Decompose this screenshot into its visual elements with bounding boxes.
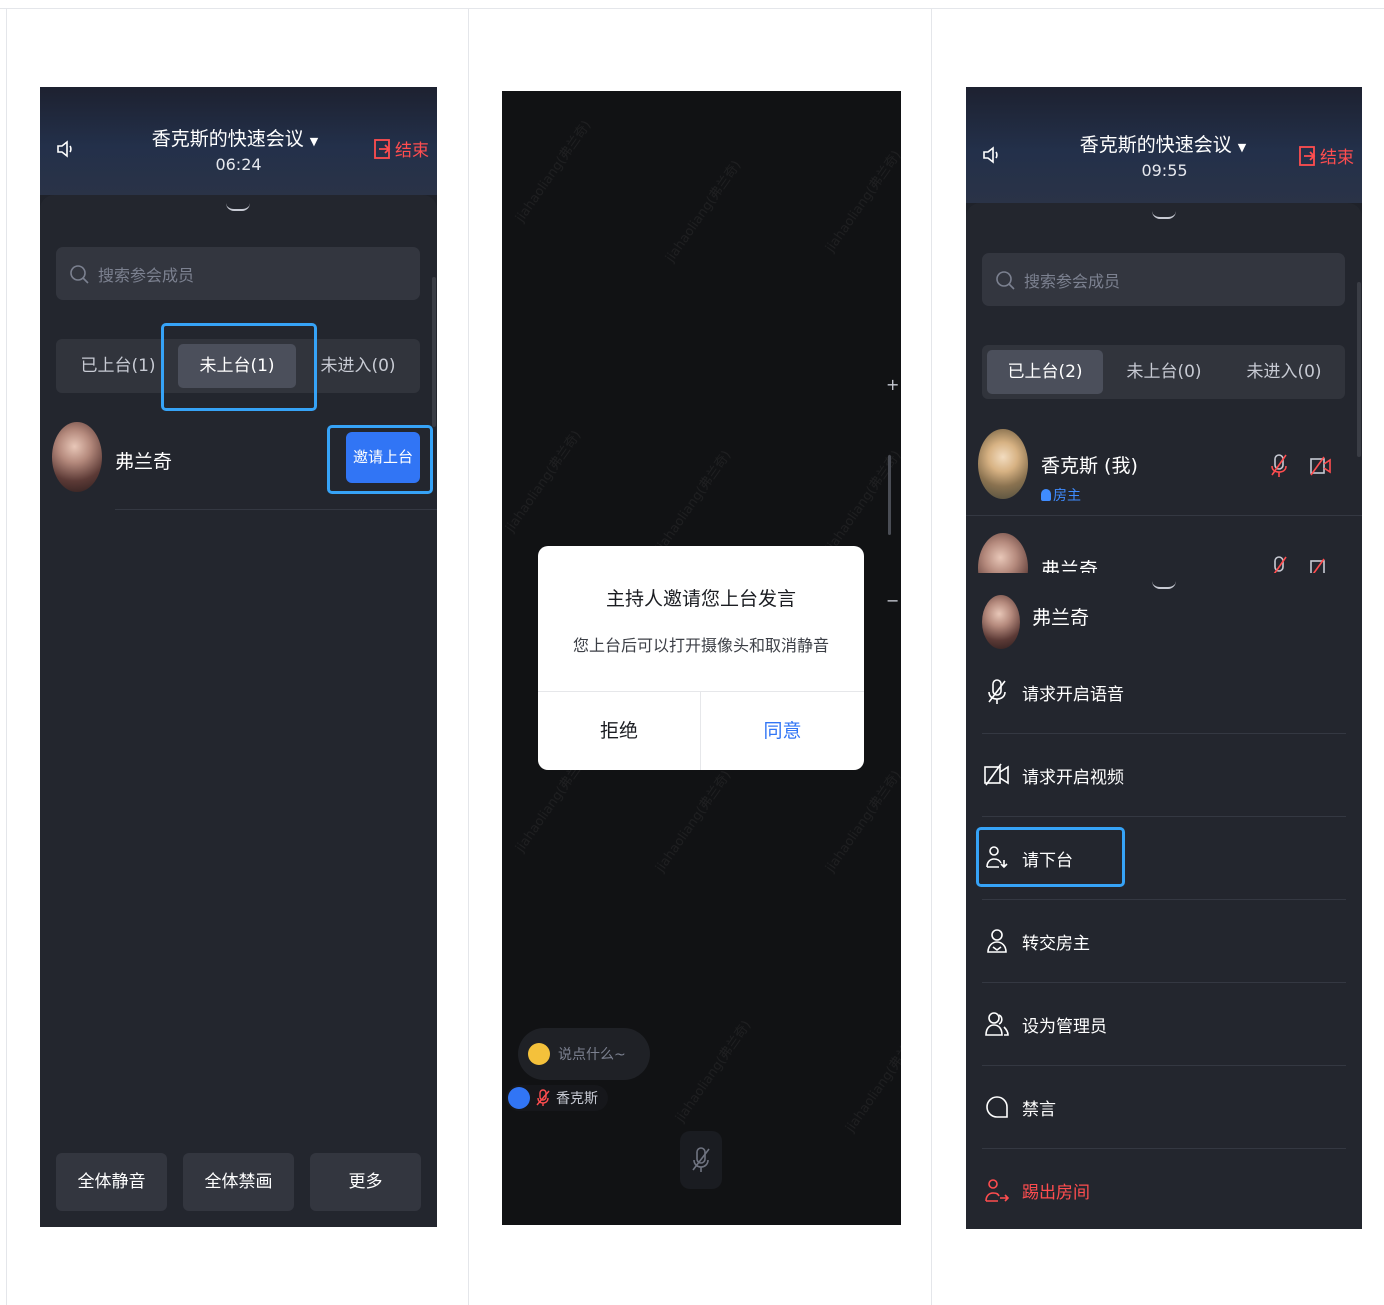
meeting-title[interactable]: 香克斯的快速会议 ▼ [130,124,340,151]
search-input[interactable]: 搜索参会成员 [982,253,1345,306]
member-name: 香克斯 (我) [1041,455,1138,477]
camera-icon [982,760,1012,790]
member-action-sheet: 弗兰奇 请求开启语音 请求开启视频 请下台 转交房主 设为管理员 禁言 踢出房间 [966,573,1362,1229]
meeting-timer: 09:55 [1141,161,1188,180]
zoom-out-button[interactable]: − [886,591,899,610]
meeting-header: 香克斯的快速会议 ▼ 09:55 结束 [966,87,1362,203]
speaker-tag: 香克斯 [506,1085,608,1111]
admin-icon [982,1009,1012,1039]
scrollbar[interactable] [1357,282,1361,457]
mic-button[interactable] [680,1131,722,1189]
search-icon [70,264,89,284]
emoji-icon[interactable] [528,1043,550,1065]
host-badge: 房主 [1041,485,1081,505]
speaker-icon[interactable] [980,143,1004,171]
transfer-host-item[interactable]: 转交房主 [982,900,1346,983]
tab-off-stage[interactable]: 未上台(0) [1106,350,1222,394]
zoom-slider[interactable] [888,455,891,535]
watermark: jiahaoliang(弗兰奇) [843,1028,901,1136]
mic-icon [982,677,1012,707]
tab-on-stage[interactable]: 已上台(2) [987,350,1103,394]
camera-off-icon[interactable] [1309,455,1333,481]
chat-bubble-icon [982,1092,1012,1122]
column-separator [468,8,469,1305]
phone-screen-member-actions: 香克斯的快速会议 ▼ 09:55 结束 搜索参会成员 已上台(2) 未上台(0)… [966,87,1362,1229]
watermark: jiahaoliang(弗兰奇) [673,1018,755,1126]
row-divider [966,515,1362,516]
avatar [982,595,1020,649]
collapse-handle[interactable] [1152,211,1176,219]
disable-video-all-button[interactable]: 全体禁画 [183,1153,294,1211]
exit-icon [1299,145,1316,166]
meeting-timer: 06:24 [215,155,262,174]
avatar [52,422,102,492]
end-meeting-button[interactable]: 结束 [1299,143,1354,168]
column-separator [6,8,7,1305]
member-tabs: 已上台(2) 未上台(0) 未进入(0) [982,345,1345,399]
mute-all-button[interactable]: 全体静音 [56,1153,167,1211]
request-video-item[interactable]: 请求开启视频 [982,734,1346,817]
watermark: jiahaoliang(弗兰奇) [513,118,595,226]
mic-muted-icon [536,1089,550,1106]
user-icon [1041,489,1051,501]
phone-screen-invite: 香克斯的快速会议 ▼ 06:24 结束 搜索参会成员 已上台(1) 未上台(1)… [40,87,437,1227]
tab-not-entered[interactable]: 未进入(0) [1226,350,1342,394]
chat-input[interactable]: 说点什么~ [518,1028,650,1080]
scrollbar[interactable] [432,277,436,427]
collapse-handle[interactable] [1152,581,1176,589]
search-icon [996,270,1015,290]
members-sheet: 搜索参会成员 已上台(2) 未上台(0) 未进入(0) 香克斯 (我) 房主 弗… [966,203,1362,603]
dialog-title: 主持人邀请您上台发言 [605,588,796,610]
kick-out-item[interactable]: 踢出房间 [982,1149,1346,1229]
more-button[interactable]: 更多 [310,1153,421,1211]
mic-muted-icon [692,1147,710,1172]
user-icon [508,1087,530,1109]
phone-screen-dialog: jiahaoliang(弗兰奇) jiahaoliang(弗兰奇) jiahao… [502,91,901,1225]
meeting-header: 香克斯的快速会议 ▼ 06:24 结束 [40,87,437,195]
search-input[interactable]: 搜索参会成员 [56,247,420,300]
watermark: jiahaoliang(弗兰奇) [653,448,735,556]
watermark: jiahaoliang(弗兰奇) [823,768,901,876]
row-divider [115,509,437,510]
top-divider [0,8,1384,9]
avatar [978,429,1028,499]
speaker-icon[interactable] [54,137,78,165]
reject-button[interactable]: 拒绝 [538,692,700,770]
dialog-message: 您上台后可以打开摄像头和取消静音 [572,636,829,655]
agree-button[interactable]: 同意 [701,692,864,770]
set-admin-item[interactable]: 设为管理员 [982,983,1346,1066]
watermark: jiahaoliang(弗兰奇) [663,158,745,266]
highlight-box [976,827,1125,887]
request-audio-item[interactable]: 请求开启语音 [982,651,1346,734]
column-separator [931,8,932,1305]
selected-member-name: 弗兰奇 [1032,607,1090,629]
exit-icon [374,138,391,159]
user-host-icon [982,926,1012,956]
collapse-handle[interactable] [226,203,250,211]
invite-dialog: 主持人邀请您上台发言 您上台后可以打开摄像头和取消静音 拒绝 同意 [538,546,864,770]
meeting-title[interactable]: 香克斯的快速会议 ▼ [1058,130,1268,157]
zoom-in-button[interactable]: + [886,375,899,394]
watermark: jiahaoliang(弗兰奇) [823,148,901,256]
tab-on-stage[interactable]: 已上台(1) [62,344,174,388]
highlight-box [327,425,433,494]
member-name: 弗兰奇 [115,451,173,473]
watermark: jiahaoliang(弗兰奇) [653,768,735,876]
highlight-box [161,323,317,411]
mic-muted-icon[interactable] [1269,453,1289,483]
user-remove-icon [982,1176,1012,1206]
watermark: jiahaoliang(弗兰奇) [503,428,585,536]
members-sheet: 搜索参会成员 已上台(1) 未上台(1) 未进入(0) 弗兰奇 邀请上台 全体静… [40,195,437,1227]
end-meeting-button[interactable]: 结束 [374,136,429,161]
mute-chat-item[interactable]: 禁言 [982,1066,1346,1149]
tab-not-entered[interactable]: 未进入(0) [300,344,416,388]
